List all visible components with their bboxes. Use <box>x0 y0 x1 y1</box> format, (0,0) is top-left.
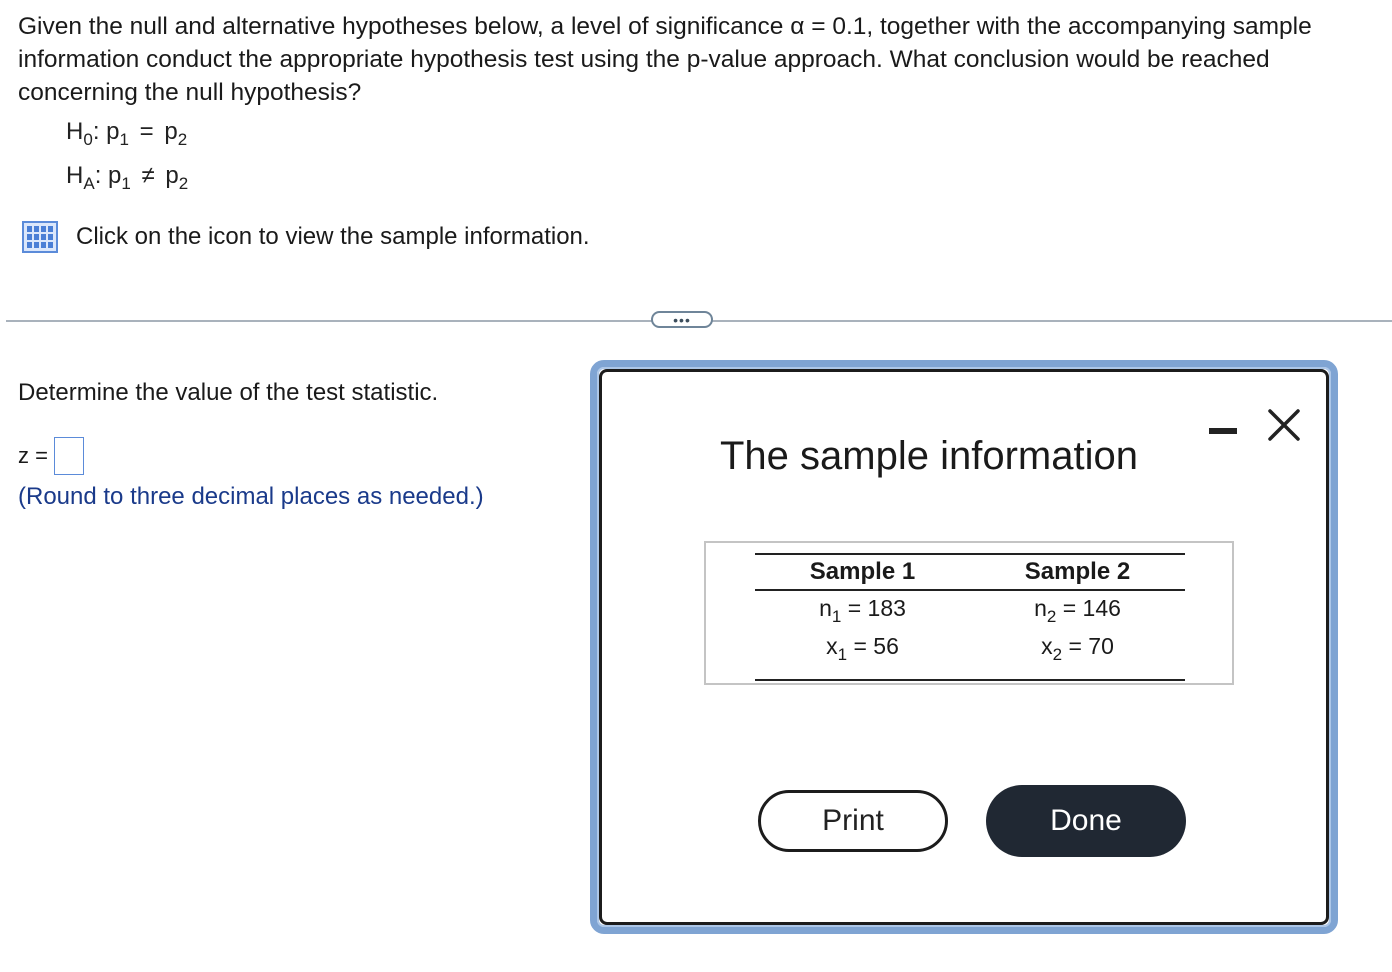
h0-rhs: p <box>164 118 178 145</box>
sample2-n-cell: n2 = 146 <box>1034 595 1121 626</box>
sample1-x-cell: x1 = 56 <box>755 631 970 681</box>
sample2-x-cell: x2 = 70 <box>970 631 1185 681</box>
ha-lhs-sub: 1 <box>121 174 131 193</box>
z-answer-row: z = <box>18 437 84 475</box>
h0-lhs-sub: 1 <box>119 130 129 149</box>
close-icon[interactable] <box>1266 407 1302 443</box>
ha-rhs: p <box>165 162 179 189</box>
h0-rhs-sub: 2 <box>177 130 188 149</box>
z-answer-input[interactable] <box>53 437 84 475</box>
ha-symbol: H <box>66 162 84 189</box>
h0-lhs: p <box>106 118 120 145</box>
done-button[interactable]: Done <box>986 785 1186 857</box>
sample-table-box: Sample 1 Sample 2 n1 = 183 n2 = 146 x1 =… <box>704 541 1234 685</box>
h0-operator: = <box>139 118 154 145</box>
dialog-frame: The sample information Sample 1 Sample 2… <box>599 369 1329 925</box>
sample-info-link: Click on the icon to view the sample inf… <box>22 221 590 253</box>
ha-operator: ≠ <box>141 162 155 189</box>
rounding-hint: (Round to three decimal places as needed… <box>18 483 484 510</box>
ha-subscript: A <box>83 174 95 193</box>
ha-rhs-sub: 2 <box>178 174 189 193</box>
ha-lhs: p <box>108 162 122 189</box>
sample1-header: Sample 1 <box>755 553 970 591</box>
minimize-icon[interactable] <box>1208 424 1238 438</box>
table-icon[interactable] <box>22 221 58 253</box>
sample-info-text: Click on the icon to view the sample inf… <box>76 223 590 250</box>
more-button[interactable]: ••• <box>651 311 713 328</box>
z-label: z = <box>18 443 48 468</box>
sample-info-dialog: The sample information Sample 1 Sample 2… <box>590 360 1338 934</box>
print-button[interactable]: Print <box>758 790 948 852</box>
null-hypothesis: H0: p1 = p2 <box>66 118 188 149</box>
dialog-title: The sample information <box>720 434 1138 478</box>
h0-subscript: 0 <box>83 130 93 149</box>
sample1-n-cell: n1 = 183 <box>819 595 906 626</box>
h0-symbol: H <box>66 118 84 145</box>
alternative-hypothesis: HA: p1 ≠ p2 <box>66 162 189 193</box>
part-prompt: Determine the value of the test statisti… <box>18 379 439 406</box>
sample-table: Sample 1 Sample 2 n1 = 183 n2 = 146 x1 =… <box>755 553 1185 681</box>
question-text: Given the null and alternative hypothese… <box>18 13 1312 106</box>
sample2-header: Sample 2 <box>970 553 1185 591</box>
